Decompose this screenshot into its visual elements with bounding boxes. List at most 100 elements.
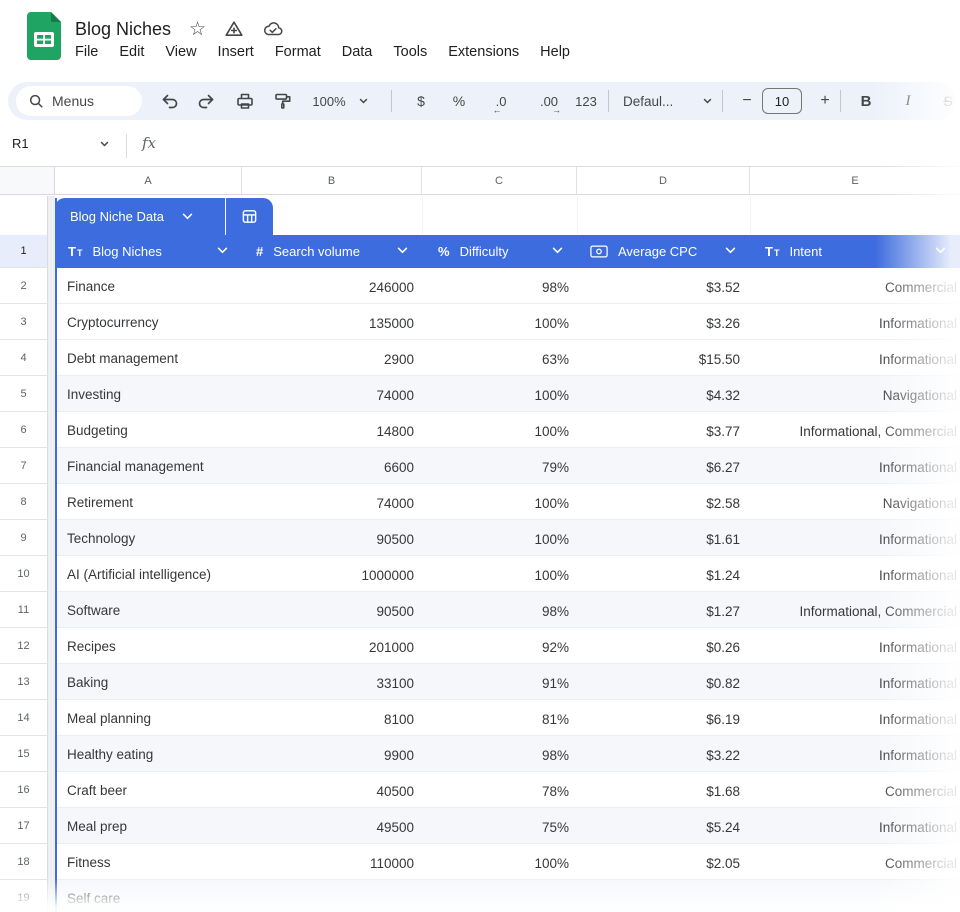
cell-average-cpc[interactable]: $3.52 [577, 268, 750, 304]
font-dropdown[interactable]: Defaul... [623, 89, 697, 113]
cell-difficulty[interactable]: 98% [422, 592, 577, 628]
cell-difficulty[interactable]: 92% [422, 628, 577, 664]
row-number[interactable]: 16 [0, 772, 48, 808]
cell-average-cpc[interactable]: $5.24 [577, 808, 750, 844]
cell-intent[interactable] [750, 880, 960, 912]
cell-intent[interactable]: Informational [750, 520, 960, 556]
cell-difficulty[interactable]: 63% [422, 340, 577, 376]
cell-niche[interactable]: Software [55, 592, 242, 628]
cell-average-cpc[interactable]: $1.68 [577, 772, 750, 808]
cell-search-volume[interactable]: 2900 [242, 340, 422, 376]
row-number[interactable]: 15 [0, 736, 48, 772]
cell-search-volume[interactable]: 6600 [242, 448, 422, 484]
cell-search-volume[interactable]: 135000 [242, 304, 422, 340]
cell-intent[interactable]: Commercial [750, 844, 960, 880]
cell-average-cpc[interactable]: $1.24 [577, 556, 750, 592]
font-dropdown-chevron-icon[interactable] [700, 89, 714, 113]
cell-difficulty[interactable]: 100% [422, 520, 577, 556]
cell-niche[interactable]: Meal prep [55, 808, 242, 844]
menu-item[interactable]: Edit [119, 44, 144, 60]
cell-search-volume[interactable]: 49500 [242, 808, 422, 844]
cell-intent[interactable]: Informational [750, 556, 960, 592]
name-box[interactable]: R1 [12, 136, 29, 151]
row-number[interactable]: 4 [0, 340, 48, 376]
column-letter-d[interactable]: D [577, 167, 750, 194]
row-number[interactable]: 17 [0, 808, 48, 844]
cell-difficulty[interactable]: 91% [422, 664, 577, 700]
cell-niche[interactable]: Financial management [55, 448, 242, 484]
row-number[interactable]: 3 [0, 304, 48, 340]
row-number[interactable]: 9 [0, 520, 48, 556]
cell-intent[interactable]: Informational [750, 448, 960, 484]
chevron-down-icon[interactable] [397, 247, 408, 254]
cell-intent[interactable]: Informational [750, 304, 960, 340]
cell-average-cpc[interactable]: $2.05 [577, 844, 750, 880]
document-title[interactable]: Blog Niches [75, 19, 171, 40]
table-view-button[interactable] [226, 198, 273, 235]
undo-button[interactable] [158, 89, 182, 113]
row-number[interactable]: 14 [0, 700, 48, 736]
menu-item[interactable]: Extensions [448, 44, 519, 60]
cell-intent[interactable]: Informational [750, 664, 960, 700]
cell-difficulty[interactable]: 100% [422, 412, 577, 448]
font-size-input[interactable]: 10 [762, 88, 802, 114]
chevron-down-icon[interactable] [935, 247, 946, 254]
increase-font-size-button[interactable]: + [814, 89, 836, 113]
cell-intent[interactable]: Navigational [750, 376, 960, 412]
cell-intent[interactable]: Commercial [750, 772, 960, 808]
menu-item[interactable]: Data [342, 44, 373, 60]
sheets-logo-icon[interactable] [27, 12, 61, 60]
column-letter-e[interactable]: E [750, 167, 960, 194]
menu-item[interactable]: Tools [393, 44, 427, 60]
column-letter-a[interactable]: A [55, 167, 242, 194]
menu-item[interactable]: File [75, 44, 98, 60]
italic-button[interactable]: I [896, 89, 920, 113]
name-box-chevron-icon[interactable] [100, 141, 109, 147]
cell-difficulty[interactable]: 100% [422, 844, 577, 880]
cell-average-cpc[interactable]: $6.27 [577, 448, 750, 484]
cell-difficulty[interactable]: 98% [422, 736, 577, 772]
zoom-value[interactable]: 100% [306, 89, 352, 113]
print-button[interactable] [232, 89, 258, 113]
row-number[interactable]: 18 [0, 844, 48, 880]
cell-search-volume[interactable]: 1000000 [242, 556, 422, 592]
cell-niche[interactable]: Technology [55, 520, 242, 556]
cell-niche[interactable]: Retirement [55, 484, 242, 520]
cell-niche[interactable]: Recipes [55, 628, 242, 664]
cell-niche[interactable]: Investing [55, 376, 242, 412]
cell-difficulty[interactable]: 98% [422, 268, 577, 304]
header-blog-niches[interactable]: TT Blog Niches [55, 235, 242, 268]
menu-item[interactable]: Insert [218, 44, 254, 60]
cell-difficulty[interactable]: 75% [422, 808, 577, 844]
cell-difficulty[interactable]: 100% [422, 484, 577, 520]
cell-average-cpc[interactable]: $3.77 [577, 412, 750, 448]
chevron-down-icon[interactable] [552, 247, 563, 254]
row-number[interactable]: 13 [0, 664, 48, 700]
chevron-down-icon[interactable] [725, 247, 736, 254]
star-icon[interactable]: ☆ [189, 20, 206, 39]
cloud-saved-icon[interactable] [262, 20, 284, 38]
more-formats-button[interactable]: 123 [570, 89, 602, 113]
cell-search-volume[interactable]: 14800 [242, 412, 422, 448]
column-letter-b[interactable]: B [242, 167, 422, 194]
cell-difficulty[interactable]: 78% [422, 772, 577, 808]
cell-niche[interactable]: Meal planning [55, 700, 242, 736]
row-number[interactable]: 19 [0, 880, 48, 912]
row-number[interactable]: 8 [0, 484, 48, 520]
cell-average-cpc[interactable]: $0.82 [577, 664, 750, 700]
menu-item[interactable]: Format [275, 44, 321, 60]
cell-average-cpc[interactable] [577, 880, 750, 912]
cell-search-volume[interactable]: 74000 [242, 376, 422, 412]
cell-niche[interactable]: Cryptocurrency [55, 304, 242, 340]
increase-decimals-button[interactable]: .00→ [532, 89, 566, 113]
cell-search-volume[interactable]: 74000 [242, 484, 422, 520]
menu-item[interactable]: View [165, 44, 196, 60]
cell-niche[interactable]: Debt management [55, 340, 242, 376]
cell-search-volume[interactable]: 40500 [242, 772, 422, 808]
cell-intent[interactable]: Navigational [750, 484, 960, 520]
cell-niche[interactable]: Fitness [55, 844, 242, 880]
cell-intent[interactable]: Informational [750, 808, 960, 844]
row-number[interactable]: 11 [0, 592, 48, 628]
cell-niche[interactable]: Budgeting [55, 412, 242, 448]
cell-search-volume[interactable]: 201000 [242, 628, 422, 664]
